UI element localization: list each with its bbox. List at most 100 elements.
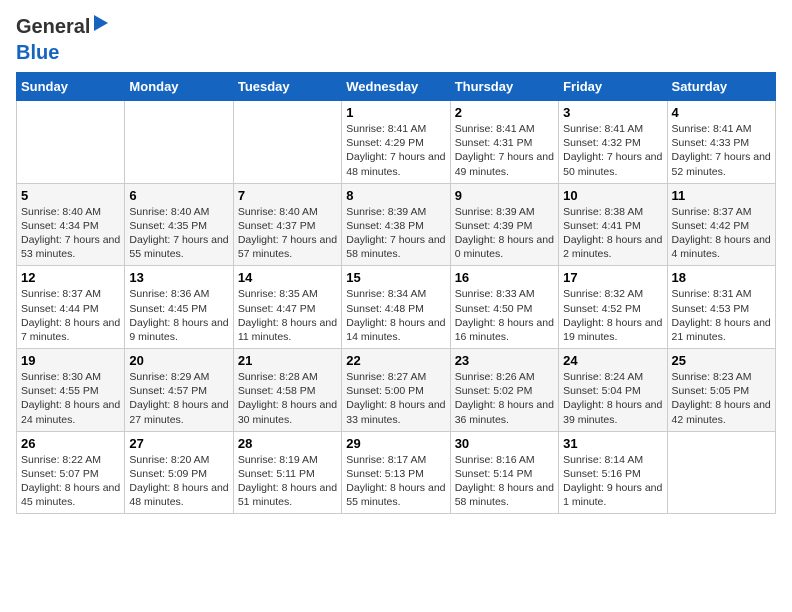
day-number: 11 [672, 188, 771, 203]
day-info: Sunrise: 8:34 AM Sunset: 4:48 PM Dayligh… [346, 287, 445, 344]
logo: General Blue [16, 16, 108, 64]
day-header-thursday: Thursday [450, 73, 558, 101]
day-info: Sunrise: 8:31 AM Sunset: 4:53 PM Dayligh… [672, 287, 771, 344]
calendar-cell: 26 Sunrise: 8:22 AM Sunset: 5:07 PM Dayli… [17, 431, 125, 514]
day-header-sunday: Sunday [17, 73, 125, 101]
week-row-1: 1Sunrise: 8:41 AM Sunset: 4:29 PM Daylig… [17, 101, 776, 184]
logo-arrow-icon [94, 15, 108, 31]
calendar-cell: 24Sunrise: 8:24 AM Sunset: 5:04 PM Dayli… [559, 349, 667, 432]
day-number: 17 [563, 270, 662, 285]
calendar-cell: 17 Sunrise: 8:32 AM Sunset: 4:52 PM Dayli… [559, 266, 667, 349]
calendar-cell: 21Sunrise: 8:28 AM Sunset: 4:58 PM Dayli… [233, 349, 341, 432]
day-info: Sunrise: 8:14 AM Sunset: 5:16 PM Dayligh… [563, 453, 662, 510]
day-number: 18 [672, 270, 771, 285]
day-info: Sunrise: 8:41 AM Sunset: 4:31 PM Dayligh… [455, 122, 554, 179]
calendar-cell: 10Sunrise: 8:38 AM Sunset: 4:41 PM Dayli… [559, 183, 667, 266]
day-number: 7 [238, 188, 337, 203]
calendar-cell [125, 101, 233, 184]
day-info: Sunrise: 8:37 AM Sunset: 4:44 PM Dayligh… [21, 287, 120, 344]
day-info: Sunrise: 8:20 AM Sunset: 5:09 PM Dayligh… [129, 453, 228, 510]
calendar-cell: 4 Sunrise: 8:41 AM Sunset: 4:33 PM Daylig… [667, 101, 775, 184]
calendar-cell: 22 Sunrise: 8:27 AM Sunset: 5:00 PM Dayli… [342, 349, 450, 432]
day-number: 20 [129, 353, 228, 368]
week-row-4: 19 Sunrise: 8:30 AM Sunset: 4:55 PM Dayli… [17, 349, 776, 432]
day-number: 14 [238, 270, 337, 285]
calendar-cell: 20 Sunrise: 8:29 AM Sunset: 4:57 PM Dayli… [125, 349, 233, 432]
day-number: 25 [672, 353, 771, 368]
calendar-cell: 31Sunrise: 8:14 AM Sunset: 5:16 PM Dayli… [559, 431, 667, 514]
day-number: 8 [346, 188, 445, 203]
calendar-cell: 25 Sunrise: 8:23 AM Sunset: 5:05 PM Dayli… [667, 349, 775, 432]
header: General Blue [16, 16, 776, 64]
day-info: Sunrise: 8:30 AM Sunset: 4:55 PM Dayligh… [21, 370, 120, 427]
day-number: 12 [21, 270, 120, 285]
day-header-saturday: Saturday [667, 73, 775, 101]
day-info: Sunrise: 8:16 AM Sunset: 5:14 PM Dayligh… [455, 453, 554, 510]
day-info: Sunrise: 8:33 AM Sunset: 4:50 PM Dayligh… [455, 287, 554, 344]
week-row-5: 26 Sunrise: 8:22 AM Sunset: 5:07 PM Dayli… [17, 431, 776, 514]
day-number: 2 [455, 105, 554, 120]
day-number: 24 [563, 353, 662, 368]
calendar-cell: 11 Sunrise: 8:37 AM Sunset: 4:42 PM Dayli… [667, 183, 775, 266]
calendar-cell: 28Sunrise: 8:19 AM Sunset: 5:11 PM Dayli… [233, 431, 341, 514]
calendar-cell: 19 Sunrise: 8:30 AM Sunset: 4:55 PM Dayli… [17, 349, 125, 432]
calendar-cell: 8Sunrise: 8:39 AM Sunset: 4:38 PM Daylig… [342, 183, 450, 266]
day-info: Sunrise: 8:29 AM Sunset: 4:57 PM Dayligh… [129, 370, 228, 427]
day-info: Sunrise: 8:32 AM Sunset: 4:52 PM Dayligh… [563, 287, 662, 344]
calendar-cell: 27Sunrise: 8:20 AM Sunset: 5:09 PM Dayli… [125, 431, 233, 514]
calendar: SundayMondayTuesdayWednesdayThursdayFrid… [16, 72, 776, 514]
calendar-header-row: SundayMondayTuesdayWednesdayThursdayFrid… [17, 73, 776, 101]
day-info: Sunrise: 8:17 AM Sunset: 5:13 PM Dayligh… [346, 453, 445, 510]
day-info: Sunrise: 8:35 AM Sunset: 4:47 PM Dayligh… [238, 287, 337, 344]
calendar-cell: 23Sunrise: 8:26 AM Sunset: 5:02 PM Dayli… [450, 349, 558, 432]
day-number: 10 [563, 188, 662, 203]
day-info: Sunrise: 8:37 AM Sunset: 4:42 PM Dayligh… [672, 205, 771, 262]
calendar-cell: 5Sunrise: 8:40 AM Sunset: 4:34 PM Daylig… [17, 183, 125, 266]
day-number: 16 [455, 270, 554, 285]
calendar-cell: 13 Sunrise: 8:36 AM Sunset: 4:45 PM Dayli… [125, 266, 233, 349]
calendar-cell: 2 Sunrise: 8:41 AM Sunset: 4:31 PM Daylig… [450, 101, 558, 184]
calendar-cell: 6 Sunrise: 8:40 AM Sunset: 4:35 PM Daylig… [125, 183, 233, 266]
calendar-cell: 29 Sunrise: 8:17 AM Sunset: 5:13 PM Dayli… [342, 431, 450, 514]
week-row-3: 12 Sunrise: 8:37 AM Sunset: 4:44 PM Dayli… [17, 266, 776, 349]
calendar-cell [233, 101, 341, 184]
day-number: 4 [672, 105, 771, 120]
calendar-cell: 30 Sunrise: 8:16 AM Sunset: 5:14 PM Dayli… [450, 431, 558, 514]
day-number: 21 [238, 353, 337, 368]
day-info: Sunrise: 8:27 AM Sunset: 5:00 PM Dayligh… [346, 370, 445, 427]
calendar-cell [667, 431, 775, 514]
day-number: 26 [21, 436, 120, 451]
calendar-cell: 1Sunrise: 8:41 AM Sunset: 4:29 PM Daylig… [342, 101, 450, 184]
day-info: Sunrise: 8:40 AM Sunset: 4:35 PM Dayligh… [129, 205, 228, 262]
calendar-cell: 15 Sunrise: 8:34 AM Sunset: 4:48 PM Dayli… [342, 266, 450, 349]
day-info: Sunrise: 8:39 AM Sunset: 4:39 PM Dayligh… [455, 205, 554, 262]
day-header-wednesday: Wednesday [342, 73, 450, 101]
day-number: 6 [129, 188, 228, 203]
day-info: Sunrise: 8:41 AM Sunset: 4:29 PM Dayligh… [346, 122, 445, 179]
calendar-cell: 12 Sunrise: 8:37 AM Sunset: 4:44 PM Dayli… [17, 266, 125, 349]
day-info: Sunrise: 8:23 AM Sunset: 5:05 PM Dayligh… [672, 370, 771, 427]
calendar-cell: 9 Sunrise: 8:39 AM Sunset: 4:39 PM Daylig… [450, 183, 558, 266]
day-number: 28 [238, 436, 337, 451]
day-number: 30 [455, 436, 554, 451]
day-number: 19 [21, 353, 120, 368]
logo-general-text: General [16, 16, 90, 38]
day-number: 5 [21, 188, 120, 203]
day-info: Sunrise: 8:41 AM Sunset: 4:32 PM Dayligh… [563, 122, 662, 179]
week-row-2: 5Sunrise: 8:40 AM Sunset: 4:34 PM Daylig… [17, 183, 776, 266]
day-number: 22 [346, 353, 445, 368]
day-number: 29 [346, 436, 445, 451]
calendar-cell [17, 101, 125, 184]
day-info: Sunrise: 8:22 AM Sunset: 5:07 PM Dayligh… [21, 453, 120, 510]
day-number: 9 [455, 188, 554, 203]
day-header-tuesday: Tuesday [233, 73, 341, 101]
day-number: 15 [346, 270, 445, 285]
day-info: Sunrise: 8:40 AM Sunset: 4:37 PM Dayligh… [238, 205, 337, 262]
day-number: 13 [129, 270, 228, 285]
day-header-monday: Monday [125, 73, 233, 101]
day-info: Sunrise: 8:36 AM Sunset: 4:45 PM Dayligh… [129, 287, 228, 344]
day-info: Sunrise: 8:41 AM Sunset: 4:33 PM Dayligh… [672, 122, 771, 179]
logo-blue-text: Blue [16, 42, 59, 64]
logo-box: General [16, 16, 108, 38]
calendar-cell: 14 Sunrise: 8:35 AM Sunset: 4:47 PM Dayli… [233, 266, 341, 349]
